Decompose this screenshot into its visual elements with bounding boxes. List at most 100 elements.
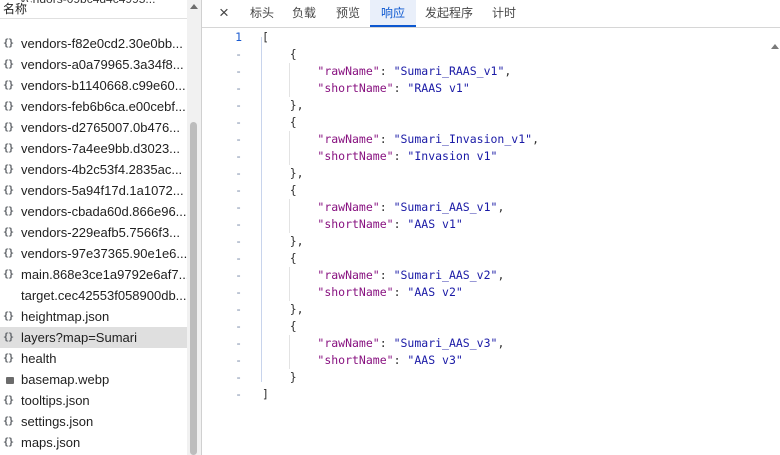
json-punctuation: , [497, 200, 505, 214]
code-text: { [262, 182, 297, 199]
line-gutter: - [235, 234, 242, 248]
line-gutter: - [235, 47, 242, 61]
line-gutter: - [235, 149, 242, 163]
json-punctuation: { [262, 319, 297, 333]
code-text: } [262, 369, 297, 386]
code-text: }, [262, 97, 304, 114]
json-quote: " [455, 285, 463, 299]
code-line: 1[ [202, 29, 780, 46]
json-punctuation: }, [262, 302, 304, 316]
request-row[interactable]: {} vendors-a0a79965.3a34f8... [0, 54, 187, 75]
json-string-value: Sumari_AAS_v1 [400, 200, 491, 214]
indent-guide [289, 131, 290, 165]
line-gutter: - [235, 115, 242, 129]
request-row[interactable]: {} vendors-4b2c53f4.2835ac... [0, 159, 187, 180]
line-gutter: - [235, 387, 242, 401]
tab-headers[interactable]: 标头 [241, 0, 283, 27]
request-row[interactable]: basemap.webp [0, 369, 187, 390]
request-row[interactable]: {} vendors-f82e0cd2.30e0bb... [0, 33, 187, 54]
tab-response[interactable]: 响应 [370, 0, 416, 27]
json-punctuation: , [532, 132, 539, 146]
request-list-scrollbar[interactable] [187, 0, 201, 455]
request-row[interactable]: {} health [0, 348, 187, 369]
request-row[interactable]: target.cec42553f058900db... [0, 285, 187, 306]
code-text: "shortName": "Invasion v1" [262, 148, 497, 165]
braces-icon: {} [3, 248, 14, 259]
request-name: target.cec42553f058900db... [21, 288, 187, 303]
scrollbar-thumb[interactable] [190, 122, 197, 455]
braces-icon: {} [3, 59, 14, 70]
request-name: vendors-cbada60d.866e96... [21, 204, 187, 219]
tab-payload[interactable]: 负载 [283, 0, 325, 27]
request-name: vendors-d2765007.0b476... [21, 120, 181, 135]
request-row[interactable]: {} vendors-feb6b6ca.e00cebf... [0, 96, 187, 117]
json-punctuation: }, [262, 166, 304, 180]
json-key: "rawName" [317, 268, 380, 282]
indent-guide [289, 199, 290, 233]
request-row[interactable]: {} heightmap.json [0, 306, 187, 327]
request-name: tooltips.json [21, 393, 90, 408]
request-name: layers?map=Sumari [21, 330, 137, 345]
tab-timing[interactable]: 计时 [482, 0, 526, 27]
request-row[interactable]: {} vendors-5a94f17d.1a1072... [0, 180, 187, 201]
request-row[interactable]: {} vendors-97e37365.90e1e6... [0, 243, 187, 264]
json-key: "rawName" [317, 64, 380, 78]
request-row[interactable]: {} vendors-229eafb5.7566f3... [0, 222, 187, 243]
line-gutter: - [235, 353, 242, 367]
code-text: }, [262, 301, 304, 318]
json-quote: " [490, 149, 498, 163]
request-row[interactable]: {} vendors-d2765007.0b476... [0, 117, 187, 138]
request-name: maps.json [21, 435, 81, 450]
line-gutter: - [235, 200, 242, 214]
request-name: vendors-b1140668.c99e60... [21, 78, 186, 93]
code-text: "rawName": "Sumari_AAS_v3", [262, 335, 504, 352]
request-name: vendors-229eafb5.7566f3... [21, 225, 181, 240]
line-gutter: - [235, 166, 242, 180]
json-punctuation: : [379, 200, 394, 214]
json-punctuation: } [262, 370, 297, 384]
json-punctuation: : [379, 132, 394, 146]
request-row[interactable]: {} vendors-7a4ee9bb.d3023... [0, 138, 187, 159]
close-icon[interactable]: × [214, 3, 234, 23]
scroll-up-arrow-icon[interactable] [771, 44, 779, 49]
braces-icon: {} [3, 38, 14, 49]
request-row[interactable]: {} vendors-cbada60d.866e96... [0, 201, 187, 222]
code-text: "shortName": "AAS v3" [262, 352, 462, 369]
braces-icon: {} [3, 269, 14, 280]
json-punctuation: { [262, 251, 297, 265]
line-gutter: 1 [235, 30, 242, 44]
tab-preview[interactable]: 预览 [327, 0, 369, 27]
code-line: - }, [202, 97, 780, 114]
request-name: settings.json [21, 414, 94, 429]
column-header-name[interactable]: 名称 [3, 2, 32, 16]
code-text: { [262, 318, 297, 335]
line-gutter: - [235, 217, 242, 231]
json-quote: " [455, 217, 463, 231]
request-row[interactable]: {} tooltips.json [0, 390, 187, 411]
json-punctuation: , [497, 268, 505, 282]
response-viewer[interactable]: 1[- {- "rawName": "Sumari_RAAS_v1", - "sh… [202, 28, 780, 455]
request-row[interactable]: {} settings.json [0, 411, 187, 432]
tab-initiator[interactable]: 发起程序 [418, 0, 480, 27]
braces-icon: {} [3, 206, 14, 217]
code-line: - }, [202, 301, 780, 318]
braces-icon: {} [3, 101, 14, 112]
list-header[interactable]: vendors-09bc4d4c4995... 名称 [0, 0, 187, 19]
scroll-up-arrow-icon[interactable] [190, 4, 198, 9]
code-text: "shortName": "AAS v2" [262, 284, 463, 301]
code-text: "rawName": "Sumari_AAS_v2", [262, 267, 504, 284]
request-row[interactable]: {} layers?map=Sumari [0, 327, 187, 348]
request-row[interactable]: {} vendors-b1140668.c99e60... [0, 75, 187, 96]
braces-icon: {} [3, 227, 14, 238]
json-string-value: AAS v2 [414, 285, 456, 299]
request-row[interactable]: {} maps.json [0, 432, 187, 453]
code-text: "shortName": "RAAS v1" [262, 80, 469, 97]
indent-guide [289, 335, 290, 369]
json-string-value: RAAS v1 [414, 81, 463, 95]
json-punctuation: : [393, 149, 408, 163]
json-key: "rawName" [317, 200, 380, 214]
request-row[interactable]: {} main.868e3ce1a9792e6af7... [0, 264, 187, 285]
json-icon: {} [3, 416, 14, 427]
response-scrollbar[interactable] [770, 28, 780, 455]
json-string-value: AAS v1 [414, 217, 456, 231]
